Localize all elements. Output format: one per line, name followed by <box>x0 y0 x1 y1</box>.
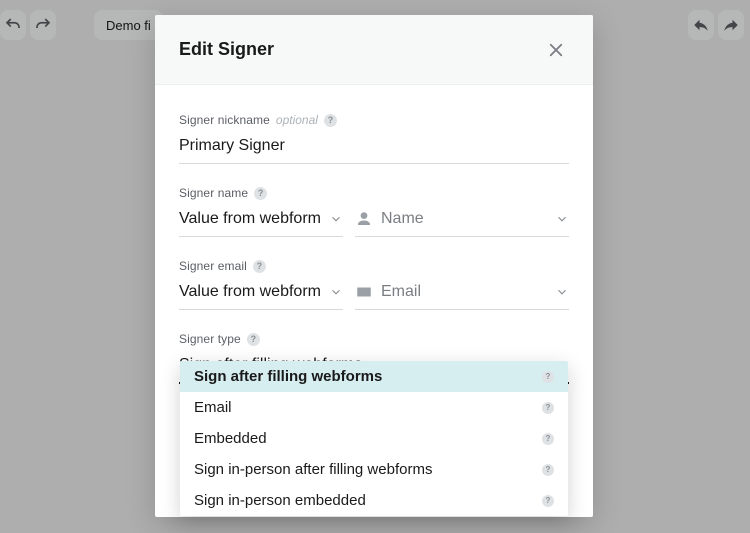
modal-header: Edit Signer <box>155 15 593 85</box>
name-source-select[interactable]: Value from webform <box>179 206 343 237</box>
modal-title: Edit Signer <box>179 39 274 60</box>
modal-body: Signer nickname optional ? Signer name ?… <box>155 85 593 400</box>
dropdown-option[interactable]: Sign in-person embedded? <box>180 485 568 516</box>
close-button[interactable] <box>543 37 569 63</box>
signer-type-dropdown: Sign after filling webforms?Email?Embedd… <box>180 361 568 516</box>
dropdown-option-label: Sign in-person embedded <box>194 492 366 509</box>
optional-tag: optional <box>276 113 318 127</box>
email-value-select[interactable]: Email <box>355 279 569 310</box>
dropdown-option-label: Sign after filling webforms <box>194 368 382 385</box>
chevron-down-icon <box>555 212 569 226</box>
help-icon[interactable]: ? <box>542 464 554 476</box>
nickname-input[interactable] <box>179 133 569 164</box>
dropdown-option-label: Email <box>194 399 232 416</box>
nickname-label: Signer nickname <box>179 113 270 127</box>
mail-icon <box>355 283 373 301</box>
close-icon <box>547 41 565 59</box>
help-icon[interactable]: ? <box>542 495 554 507</box>
name-source-value: Value from webform <box>179 210 321 228</box>
dropdown-option-label: Sign in-person after filling webforms <box>194 461 432 478</box>
dropdown-option[interactable]: Sign after filling webforms? <box>180 361 568 392</box>
field-signer-name: Signer name ? Value from webform Name <box>179 186 569 237</box>
help-icon[interactable]: ? <box>324 114 337 127</box>
email-value-placeholder: Email <box>381 283 547 301</box>
help-icon[interactable]: ? <box>247 333 260 346</box>
signer-type-label: Signer type <box>179 332 241 346</box>
field-nickname: Signer nickname optional ? <box>179 113 569 164</box>
chevron-down-icon <box>329 285 343 299</box>
dropdown-option[interactable]: Email? <box>180 392 568 423</box>
help-icon[interactable]: ? <box>542 433 554 445</box>
signer-name-label: Signer name <box>179 186 248 200</box>
dropdown-option[interactable]: Sign in-person after filling webforms? <box>180 454 568 485</box>
name-value-placeholder: Name <box>381 210 547 228</box>
email-source-select[interactable]: Value from webform <box>179 279 343 310</box>
help-icon[interactable]: ? <box>542 402 554 414</box>
signer-email-label: Signer email <box>179 259 247 273</box>
person-icon <box>355 210 373 228</box>
dropdown-option-label: Embedded <box>194 430 267 447</box>
help-icon[interactable]: ? <box>542 371 554 383</box>
email-source-value: Value from webform <box>179 283 321 301</box>
field-signer-email: Signer email ? Value from webform Email <box>179 259 569 310</box>
name-value-select[interactable]: Name <box>355 206 569 237</box>
chevron-down-icon <box>329 212 343 226</box>
dropdown-option[interactable]: Embedded? <box>180 423 568 454</box>
help-icon[interactable]: ? <box>253 260 266 273</box>
chevron-down-icon <box>555 285 569 299</box>
help-icon[interactable]: ? <box>254 187 267 200</box>
